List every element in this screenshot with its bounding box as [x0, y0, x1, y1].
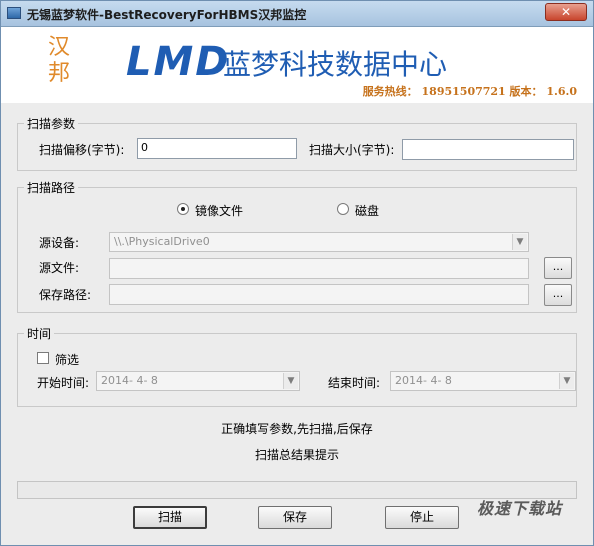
scan-params-legend: 扫描参数 [27, 117, 76, 131]
lmd-logo: LMD [126, 39, 231, 85]
chevron-down-icon[interactable]: ▼ [559, 373, 574, 389]
service-hotline: 服务热线： 18951507721 版本： 1.6.0 [362, 85, 577, 98]
scan-offset-label: 扫描偏移(字节): [39, 143, 125, 157]
scan-result-text: 扫描总结果提示 [254, 448, 339, 462]
chevron-down-icon[interactable]: ▼ [283, 373, 298, 389]
scan-offset-input[interactable]: 0 [137, 138, 297, 159]
scan-button[interactable]: 扫描 [133, 506, 207, 529]
start-time-label: 开始时间: [37, 376, 90, 390]
radio-image-file-label[interactable]: 镜像文件 [195, 202, 243, 219]
source-device-label: 源设备: [39, 236, 80, 250]
chevron-down-icon[interactable]: ▼ [512, 234, 527, 250]
filter-checkbox[interactable] [37, 352, 49, 364]
status-hint: 正确填写参数,先扫描,后保存 [221, 422, 373, 436]
time-legend: 时间 [27, 327, 52, 341]
save-path-input[interactable] [109, 284, 529, 305]
scan-size-label: 扫描大小(字节): [309, 143, 395, 157]
time-group: 时间 [17, 325, 577, 407]
company-name: 蓝梦科技数据中心 [223, 48, 448, 81]
browse-source-file-button[interactable]: ... [544, 257, 572, 279]
save-path-label: 保存路径: [39, 288, 92, 302]
save-button[interactable]: 保存 [258, 506, 332, 529]
source-file-label: 源文件: [39, 261, 80, 275]
scan-size-input[interactable] [402, 139, 574, 160]
title-bar[interactable]: 无锡蓝梦软件-BestRecoveryForHBMS汉邦监控 ✕ [1, 1, 593, 27]
source-device-select[interactable]: \\.\PhysicalDrive0 ▼ [109, 232, 529, 252]
radio-disk-label[interactable]: 磁盘 [355, 202, 379, 219]
start-time-picker[interactable]: 2014- 4- 8 ▼ [96, 371, 300, 391]
brand-hanbang: 汉 邦 [41, 35, 77, 87]
start-time-value: 2014- 4- 8 [101, 374, 158, 387]
source-file-input[interactable] [109, 258, 529, 279]
window-title: 无锡蓝梦软件-BestRecoveryForHBMS汉邦监控 [27, 8, 307, 22]
app-icon [7, 7, 21, 19]
stop-button[interactable]: 停止 [385, 506, 459, 529]
radio-disk[interactable] [337, 203, 349, 215]
source-device-value: \\.\PhysicalDrive0 [114, 235, 210, 248]
header-banner: 汉 邦 LMD 蓝梦科技数据中心 服务热线： 18951507721 版本： 1… [1, 27, 593, 103]
watermark-text: 极速下载站 [477, 499, 563, 518]
scan-path-legend: 扫描路径 [27, 181, 76, 195]
main-window: 无锡蓝梦软件-BestRecoveryForHBMS汉邦监控 ✕ 汉 邦 LMD… [0, 0, 594, 546]
radio-image-file[interactable] [177, 203, 189, 215]
brand-char-1: 汉 [47, 35, 70, 60]
end-time-label: 结束时间: [328, 376, 381, 390]
end-time-picker[interactable]: 2014- 4- 8 ▼ [390, 371, 576, 391]
filter-checkbox-label[interactable]: 筛选 [55, 351, 79, 368]
close-button[interactable]: ✕ [545, 3, 587, 21]
end-time-value: 2014- 4- 8 [395, 374, 452, 387]
brand-char-2: 邦 [47, 61, 70, 86]
browse-save-path-button[interactable]: ... [544, 284, 572, 306]
